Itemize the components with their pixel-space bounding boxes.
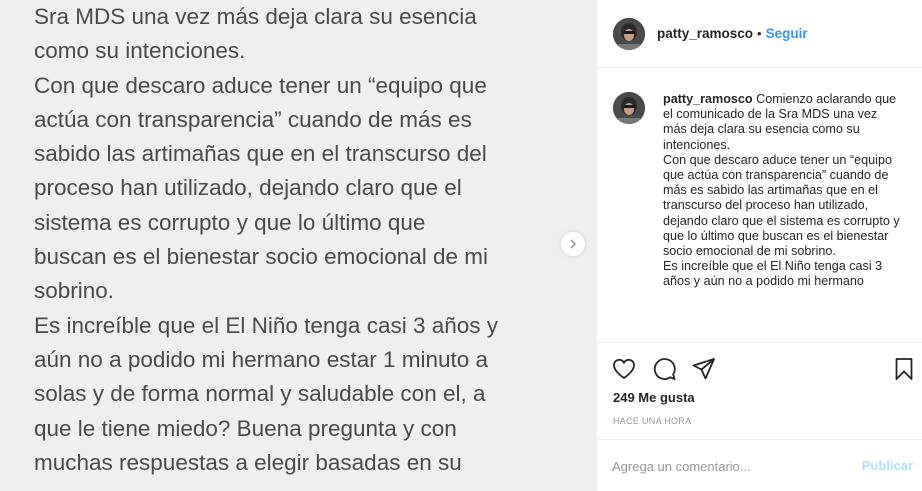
post-image-text-line: solas y de forma normal y saludable con …: [34, 381, 486, 407]
post-image-text-line: Sra MDS una vez más deja clara su esenci…: [34, 4, 477, 29]
post-image: Sra MDS una vez más deja clara su esenci…: [0, 0, 596, 491]
comments-section[interactable]: patty_ramosco Comienzo aclarando que el …: [597, 68, 922, 342]
post-image-text-line: aún no a podido mi hermano estar 1 minut…: [34, 346, 489, 372]
post-image-text-line: proceso han utilizado, dejando claro que…: [34, 175, 462, 201]
add-comment-box: Publicar: [597, 439, 922, 491]
likes-count[interactable]: 249 Me gusta: [613, 390, 695, 405]
post-image-text-line: que le tiene miedo? Buena pregunta y con: [34, 415, 457, 441]
post-image-text-line: sabido las artimañas que en el transcurs…: [34, 141, 487, 167]
post-image-text-line: sistema es corrupto y que lo último que: [34, 209, 426, 235]
speech-bubble-icon[interactable]: [651, 356, 677, 382]
post-image-text: Sra MDS una vez más deja clara su esenci…: [34, 0, 564, 480]
post-image-text-line: Con que descaro aduce tener un “equipo q…: [34, 72, 487, 98]
caption-text: Comienzo aclarando que el comunicado de …: [663, 92, 900, 289]
avatar[interactable]: [613, 17, 645, 50]
header-separator: •: [757, 26, 762, 41]
post-sidebar: patty_ramosco • Seguir patty_ramosco Com…: [596, 0, 922, 491]
post-timestamp[interactable]: HACE UNA HORA: [613, 416, 691, 426]
caption-comment: patty_ramosco Comienzo aclarando que el …: [613, 92, 907, 290]
publish-button[interactable]: Publicar: [862, 458, 913, 473]
post-image-text-line: Es increíble que el El Niño tenga casi 3…: [34, 312, 499, 338]
post-header: patty_ramosco • Seguir: [597, 0, 922, 68]
comment-input[interactable]: [612, 456, 842, 476]
action-bar: [597, 342, 922, 390]
avatar-image: [613, 17, 645, 50]
avatar[interactable]: [613, 92, 645, 124]
follow-button[interactable]: Seguir: [766, 26, 808, 41]
chevron-right-icon: [570, 239, 576, 249]
header-username[interactable]: patty_ramosco: [657, 26, 753, 41]
heart-icon[interactable]: [611, 356, 637, 382]
post-image-text-line: sobrino.: [34, 278, 115, 304]
post-image-text-line: buscan es el bienestar socio emocional d…: [34, 244, 488, 270]
bookmark-icon[interactable]: [891, 356, 917, 382]
avatar-image: [613, 92, 645, 124]
caption-username[interactable]: patty_ramosco: [663, 92, 753, 106]
next-image-button[interactable]: [561, 232, 585, 256]
post-image-text-line: muchas respuestas a elegir basadas en su: [34, 449, 462, 475]
paper-plane-icon[interactable]: [691, 356, 717, 382]
post-image-text-line: como su intenciones.: [34, 38, 246, 64]
caption-text-block: patty_ramosco Comienzo aclarando que el …: [663, 92, 903, 290]
post-image-text-line: actúa con transparencia” cuando de más e…: [34, 106, 472, 132]
